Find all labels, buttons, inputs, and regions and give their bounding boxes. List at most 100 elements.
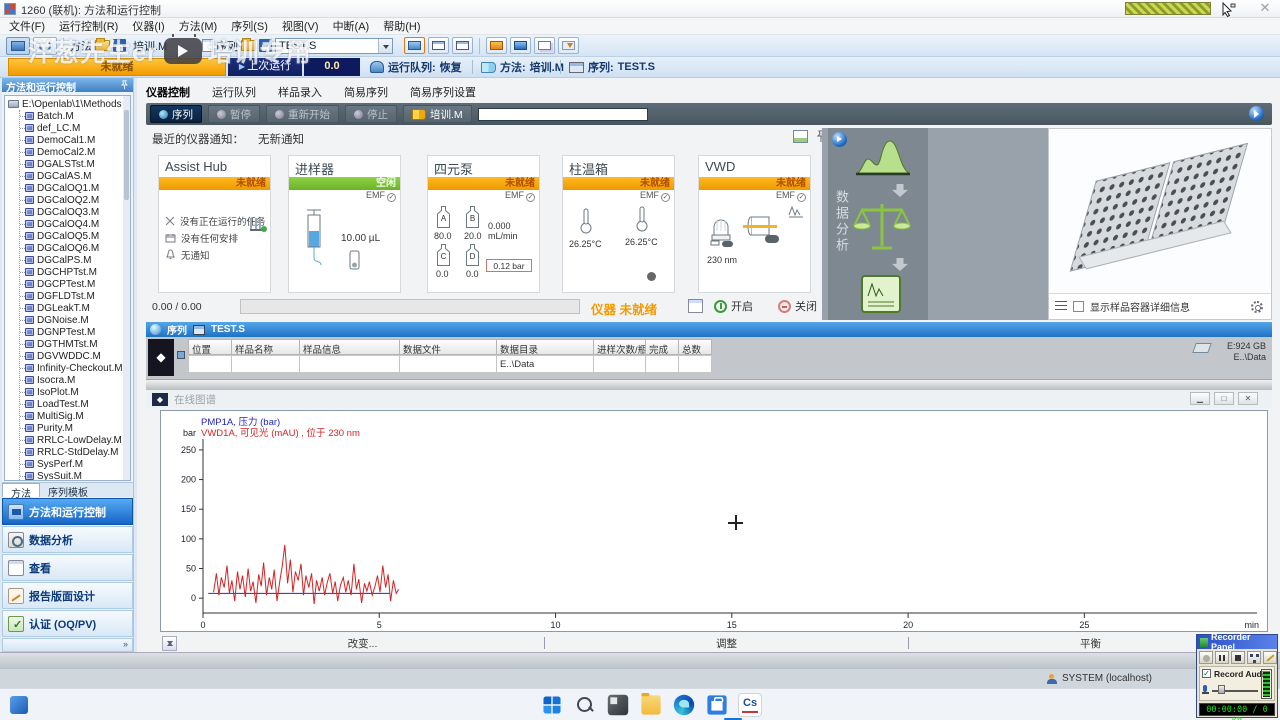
import-button[interactable] xyxy=(558,37,579,54)
system-view-button[interactable] xyxy=(6,36,30,55)
tab-sequence-templates[interactable]: 序列模板 xyxy=(40,483,96,499)
method-tree-item[interactable]: Batch.M xyxy=(20,110,130,122)
method-tree-item[interactable]: SysSuit.M xyxy=(20,470,130,480)
save-sequence-icon[interactable] xyxy=(259,39,272,52)
save-method-icon[interactable] xyxy=(113,39,126,52)
instrument-tab[interactable]: 仪器控制 xyxy=(146,84,190,102)
card-vwd-detector[interactable]: VWD 未就绪 EMF 230 nm xyxy=(698,155,811,293)
menu-item[interactable]: 帮助(H) xyxy=(376,17,427,35)
method-tree-item[interactable]: DGCalOQ6.M xyxy=(20,242,130,254)
cell-data-file[interactable] xyxy=(400,355,497,373)
column-header[interactable]: 完成 xyxy=(646,339,679,355)
method-tree-item[interactable]: DGCalOQ3.M xyxy=(20,206,130,218)
run-button[interactable]: 上次运行 xyxy=(228,58,302,76)
method-tree-item[interactable]: Isocra.M xyxy=(20,374,130,386)
method-tree-item[interactable]: DGCHPTst.M xyxy=(20,266,130,278)
cell-position[interactable] xyxy=(188,355,232,373)
stop-button[interactable] xyxy=(1231,651,1245,664)
method-tree-item[interactable]: DGNoise.M xyxy=(20,314,130,326)
menu-item[interactable]: 仪器(I) xyxy=(125,17,171,35)
recorder-panel[interactable]: Recorder Panel Record Audio 00:00:00 / 0… xyxy=(1196,632,1278,720)
menu-item[interactable]: 方法(M) xyxy=(172,17,225,35)
method-tree-item[interactable]: RRLC-LowDelay.M xyxy=(20,434,130,446)
copy-button[interactable] xyxy=(534,37,555,54)
method-tree-root[interactable]: E:\Openlab\1\Methods xyxy=(8,98,130,110)
volume-slider-thumb[interactable] xyxy=(1218,685,1225,694)
method-tree-item[interactable]: DGCPTest.M xyxy=(20,278,130,290)
method-tree-item[interactable]: DemoCal2.M xyxy=(20,146,130,158)
card-column-oven[interactable]: 柱温箱 未就绪 EMF 26.25°C 26.25°C xyxy=(562,155,675,293)
column-header[interactable]: 样品信息 xyxy=(300,339,400,355)
recorder-titlebar[interactable]: Recorder Panel xyxy=(1197,632,1277,652)
menu-item[interactable]: 中断(A) xyxy=(326,17,377,35)
sidebar-overflow-strip[interactable]: » xyxy=(2,638,133,652)
close-icon[interactable] xyxy=(1238,392,1258,405)
instrument-on-button[interactable]: 开启 xyxy=(714,298,753,314)
nav-data-analysis[interactable]: 数据分析 xyxy=(2,526,133,553)
online-plot[interactable]: 0 50 100 150 200 250 bar 0 5 10 15 20 25 min PMP1A, 压… xyxy=(160,410,1268,632)
tree-scrollbar[interactable] xyxy=(123,96,130,480)
method-tree-item[interactable]: DGTHMTst.M xyxy=(20,338,130,350)
status-chart-button[interactable] xyxy=(404,37,425,54)
method-tree-item[interactable]: def_LC.M xyxy=(20,122,130,134)
chevron-down-icon[interactable] xyxy=(378,38,392,53)
status-window-icon[interactable] xyxy=(688,299,703,313)
record-audio-checkbox[interactable] xyxy=(1202,669,1211,678)
column-header[interactable]: 总数 xyxy=(679,339,712,355)
method-tree-item[interactable]: MultiSig.M xyxy=(20,410,130,422)
reconnect-button[interactable] xyxy=(33,36,57,55)
stop-button[interactable]: 停止 xyxy=(345,105,397,123)
method-tree-item[interactable]: DGCalOQ2.M xyxy=(20,194,130,206)
online-signal-button[interactable] xyxy=(510,37,531,54)
panel-expand-sphere-icon[interactable] xyxy=(832,132,847,147)
nav-method-run-control[interactable]: 方法和运行控制 xyxy=(2,498,133,525)
start-sequence-button[interactable]: 序列 xyxy=(150,105,202,123)
method-tree-item[interactable]: DGCalAS.M xyxy=(20,170,130,182)
menu-item[interactable]: 视图(V) xyxy=(275,17,326,35)
taskbar-corner-icon[interactable] xyxy=(10,696,28,714)
panel-collapse-sphere-icon[interactable] xyxy=(1249,106,1264,121)
volume-slider[interactable] xyxy=(1212,685,1258,694)
pause-button[interactable]: 暂停 xyxy=(208,105,260,123)
method-tree-item[interactable]: DGNPTest.M xyxy=(20,326,130,338)
column-header[interactable]: 数据文件 xyxy=(400,339,497,355)
method-tree-item[interactable]: DGCalPS.M xyxy=(20,254,130,266)
method-tree-item[interactable]: LoadTest.M xyxy=(20,398,130,410)
snipping-app-icon[interactable] xyxy=(607,694,629,716)
nav-report-layout[interactable]: 报告版面设计 xyxy=(2,582,133,609)
method-tree-item[interactable]: Purity.M xyxy=(20,422,130,434)
method-tree-item[interactable]: RRLC-StdDelay.M xyxy=(20,446,130,458)
column-header[interactable]: 样品名称 xyxy=(232,339,300,355)
gear-icon[interactable] xyxy=(1251,300,1263,313)
show-details-checkbox[interactable] xyxy=(1073,301,1084,312)
open-method-icon[interactable] xyxy=(95,38,110,51)
sample-tray-image[interactable] xyxy=(1050,130,1270,292)
column-header[interactable]: 数据目录 xyxy=(497,339,594,355)
open-sequence-icon[interactable] xyxy=(241,38,256,51)
search-icon[interactable] xyxy=(573,693,597,717)
column-header[interactable]: 位置 xyxy=(188,339,232,355)
nav-review[interactable]: 查看 xyxy=(2,554,133,581)
method-tree-item[interactable]: DGCalOQ4.M xyxy=(20,218,130,230)
edge-browser-icon[interactable] xyxy=(673,694,695,716)
start-button[interactable] xyxy=(543,696,561,714)
menu-item[interactable]: 运行控制(R) xyxy=(52,17,125,35)
panel-divider[interactable] xyxy=(146,379,1272,390)
window-layout-button[interactable] xyxy=(428,37,449,54)
annotate-button[interactable] xyxy=(1263,651,1277,664)
logbook-button[interactable] xyxy=(486,37,507,54)
comment-input[interactable] xyxy=(477,107,648,121)
instrument-off-button[interactable]: 关闭 xyxy=(778,298,817,314)
change-button[interactable]: 改变... xyxy=(181,636,544,651)
microsoft-store-icon[interactable] xyxy=(707,695,727,715)
scale-spinner[interactable] xyxy=(162,635,177,651)
record-button[interactable] xyxy=(1199,651,1213,664)
restart-button[interactable]: 重新开始 xyxy=(266,105,339,123)
adjust-button[interactable]: 调整 xyxy=(545,636,908,651)
menu-item[interactable]: 文件(F) xyxy=(2,17,52,35)
settings-tree-button[interactable] xyxy=(1247,651,1261,664)
method-tree-item[interactable]: DGALSTst.M xyxy=(20,158,130,170)
nav-verification-oq-pv[interactable]: 认证 (OQ/PV) xyxy=(2,610,133,637)
instrument-tab[interactable]: 样品录入 xyxy=(278,84,322,102)
column-header[interactable]: 进样次数/瓶 xyxy=(594,339,646,355)
